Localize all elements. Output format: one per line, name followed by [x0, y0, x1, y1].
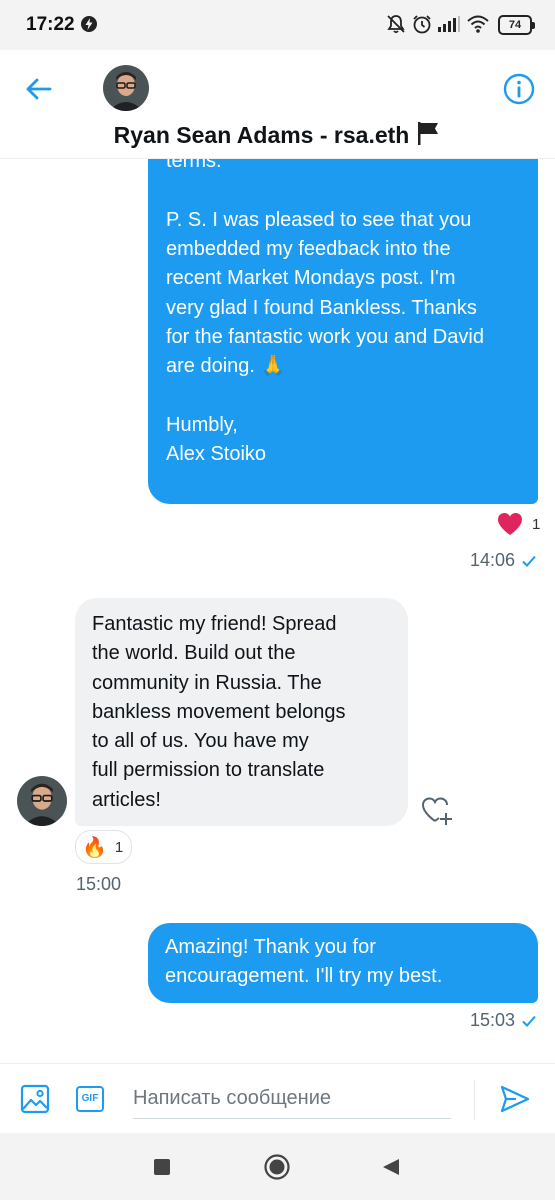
- add-photo-button[interactable]: [20, 1084, 50, 1119]
- outgoing-message[interactable]: negotiating with them about the terms. P…: [148, 158, 538, 504]
- back-button[interactable]: [22, 72, 56, 106]
- message-input[interactable]: [133, 1078, 451, 1119]
- message-paragraph: P. S. I was pleased to see that you embe…: [166, 208, 484, 378]
- message-timestamp: 15:03: [470, 1010, 537, 1031]
- contact-name[interactable]: Ryan Sean Adams - rsa.eth: [0, 120, 555, 152]
- back-nav-button[interactable]: [381, 1157, 401, 1182]
- sender-avatar[interactable]: [17, 776, 67, 826]
- fire-icon: 🔥: [82, 836, 107, 859]
- status-time: 17:22: [26, 14, 75, 35]
- status-bar: 17:22 74: [0, 0, 555, 50]
- send-icon: [500, 1085, 530, 1113]
- incoming-message[interactable]: Fantastic my friend! Spread the world. B…: [75, 598, 408, 826]
- arrow-left-icon: [26, 78, 52, 100]
- heart-plus-icon: [421, 797, 452, 825]
- add-reaction-button[interactable]: [420, 794, 454, 831]
- message-reaction[interactable]: 🔥 1: [75, 830, 133, 864]
- message-composer: GIF: [0, 1063, 555, 1134]
- info-button[interactable]: [502, 72, 536, 106]
- outgoing-message[interactable]: Amazing! Thank you for encouragement. I'…: [148, 923, 538, 1003]
- home-button[interactable]: [263, 1153, 291, 1186]
- data-saver-icon: [80, 15, 98, 38]
- gif-button[interactable]: GIF: [76, 1086, 104, 1112]
- info-icon: [503, 73, 535, 105]
- reaction-count: 1: [532, 515, 541, 533]
- composer-divider: [474, 1080, 475, 1120]
- battery-icon: 74: [498, 15, 535, 35]
- message-list[interactable]: negotiating with them about the terms. P…: [0, 158, 555, 1063]
- message-timestamp: 15:00: [76, 874, 122, 894]
- square-icon: [154, 1159, 170, 1175]
- image-icon: [20, 1084, 50, 1114]
- heart-icon: [498, 513, 522, 535]
- timestamp-text: 14:06: [469, 550, 515, 570]
- circle-icon: [264, 1154, 290, 1180]
- message-paragraph: Humbly, Alex Stoiko: [166, 413, 267, 466]
- checkmark-icon: [522, 555, 536, 567]
- triangle-back-icon: [383, 1159, 399, 1175]
- message-paragraph: negotiating with them about the terms.: [166, 158, 222, 173]
- timestamp-text: 15:03: [469, 1010, 515, 1030]
- wifi-icon: [466, 14, 490, 39]
- mute-icon: [385, 13, 407, 40]
- checkmark-icon: [522, 1015, 536, 1027]
- recents-button[interactable]: [152, 1157, 172, 1182]
- contact-avatar[interactable]: [103, 65, 149, 111]
- signal-icon: [437, 16, 461, 37]
- system-navigation-bar: [0, 1133, 555, 1200]
- black-flag-icon: [415, 120, 441, 152]
- alarm-icon: [411, 13, 433, 40]
- reaction-count: 1: [114, 838, 124, 856]
- message-reaction[interactable]: 1: [496, 511, 540, 537]
- message-timestamp: 14:06: [470, 550, 537, 571]
- conversation-header: Ryan Sean Adams - rsa.eth: [0, 50, 555, 159]
- contact-name-text: Ryan Sean Adams - rsa.eth: [113, 122, 410, 148]
- send-button[interactable]: [499, 1084, 531, 1119]
